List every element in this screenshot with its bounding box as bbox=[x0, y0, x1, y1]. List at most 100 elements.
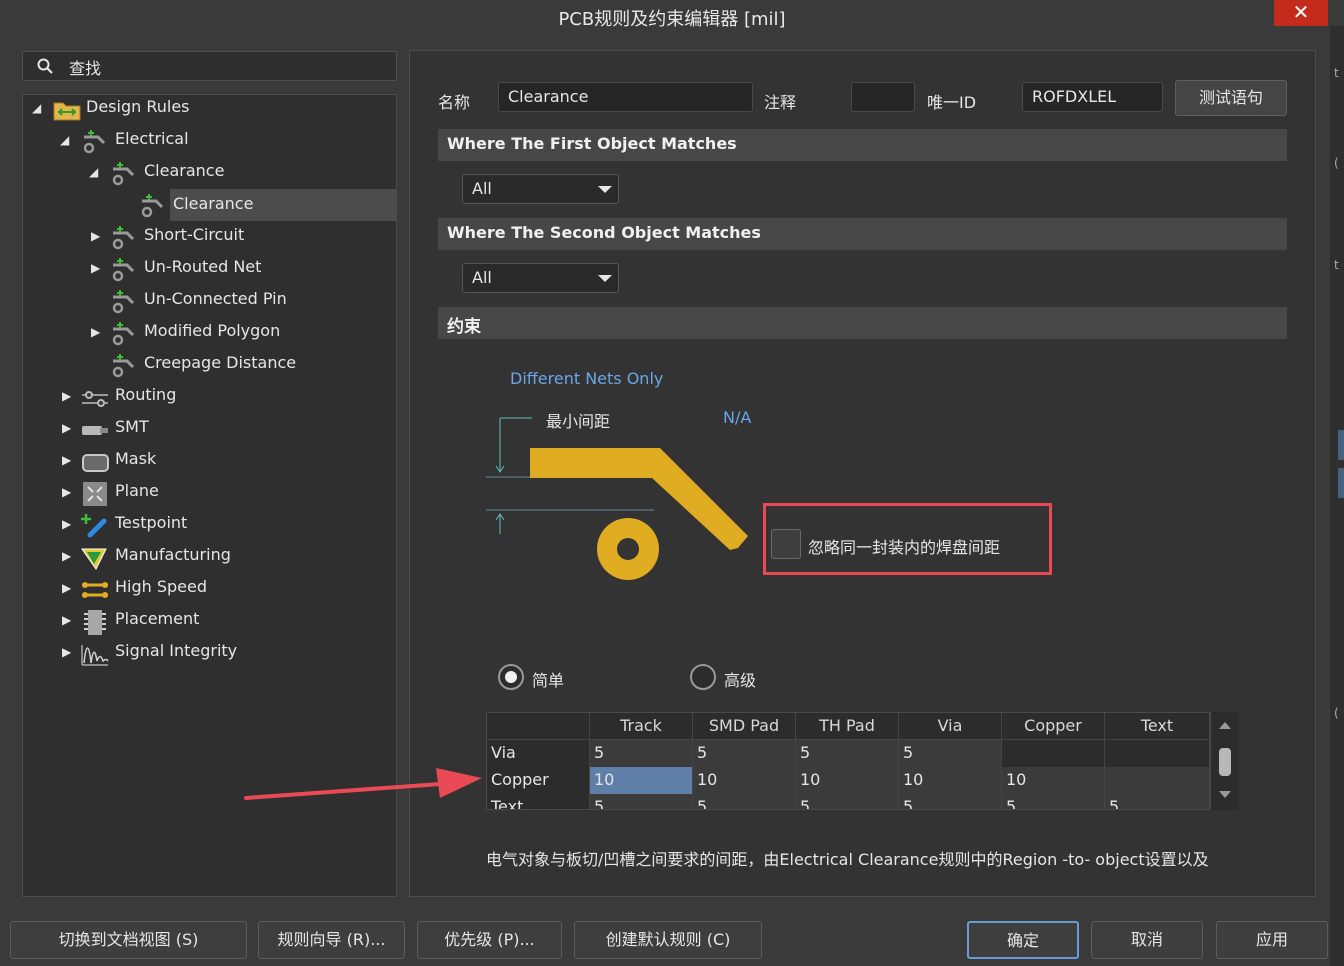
tree-label: Signal Integrity bbox=[115, 641, 238, 660]
expand-arrow-icon[interactable]: ▶ bbox=[62, 453, 71, 467]
expand-arrow-icon[interactable]: ▶ bbox=[62, 421, 71, 435]
tree-node-routing[interactable]: ▶ Routing bbox=[58, 382, 388, 412]
tree-label: Un-Routed Net bbox=[144, 257, 262, 276]
matrix-cell-selected[interactable]: 10 bbox=[590, 767, 693, 794]
matrix-cell[interactable]: 5 bbox=[1002, 794, 1105, 809]
column-header[interactable]: Via bbox=[899, 713, 1002, 740]
matrix-cell[interactable]: 5 bbox=[590, 794, 693, 809]
clearance-diagram bbox=[486, 417, 748, 580]
column-header[interactable]: TH Pad bbox=[796, 713, 899, 740]
tree-node-high-speed[interactable]: ▶ High Speed bbox=[58, 574, 388, 604]
matrix-cell[interactable]: 5 bbox=[590, 740, 693, 767]
expand-arrow-icon[interactable]: ▶ bbox=[91, 325, 100, 339]
tree-node-placement[interactable]: ▶ Placement bbox=[58, 606, 388, 636]
column-header[interactable]: Text bbox=[1105, 713, 1210, 740]
row-header: Copper bbox=[487, 767, 590, 794]
tree-node-testpoint[interactable]: ▶ Testpoint bbox=[58, 510, 388, 540]
tree-label: Clearance bbox=[144, 161, 225, 180]
tree-node-modified-polygon[interactable]: ▶ Modified Polygon bbox=[87, 318, 387, 348]
create-default-rules-button[interactable]: 创建默认规则 (C) bbox=[574, 921, 762, 959]
matrix-cell[interactable] bbox=[1105, 740, 1210, 767]
corner-header bbox=[487, 713, 590, 740]
apply-button[interactable]: 应用 bbox=[1216, 921, 1328, 959]
clearance-rule-icon bbox=[112, 162, 135, 186]
collapse-arrow-icon[interactable]: ◢ bbox=[89, 165, 98, 179]
comment-label: 注释 bbox=[764, 93, 797, 112]
test-query-button[interactable]: 测试语句 bbox=[1175, 80, 1287, 116]
rule-wizard-button[interactable]: 规则向导 (R)... bbox=[258, 921, 405, 959]
ok-button[interactable]: 确定 bbox=[967, 921, 1079, 959]
matrix-cell[interactable]: 10 bbox=[693, 767, 796, 794]
tree-node-clearance-rule[interactable]: Clearance bbox=[116, 189, 396, 221]
tree-node-short-circuit[interactable]: ▶ Short-Circuit bbox=[87, 222, 387, 252]
different-nets-only-link[interactable]: Different Nets Only bbox=[510, 369, 663, 388]
tree-node-signal-integrity[interactable]: ▶ Signal Integrity bbox=[58, 638, 388, 668]
tree-node-smt[interactable]: ▶ SMT bbox=[58, 414, 388, 444]
priority-button[interactable]: 优先级 (P)... bbox=[417, 921, 562, 959]
tree-node-design-rules[interactable]: ◢ Design Rules bbox=[30, 94, 390, 124]
matrix-cell[interactable]: 5 bbox=[899, 740, 1002, 767]
comment-input[interactable] bbox=[851, 82, 915, 112]
tree-node-electrical[interactable]: ◢ Electrical bbox=[58, 126, 388, 156]
tree-node-creepage[interactable]: Creepage Distance bbox=[87, 350, 387, 380]
rule-name-input[interactable]: Clearance bbox=[498, 82, 753, 112]
tree-label: Placement bbox=[115, 609, 200, 628]
collapse-arrow-icon[interactable]: ◢ bbox=[32, 101, 41, 115]
column-header[interactable]: Copper bbox=[1002, 713, 1105, 740]
collapse-arrow-icon[interactable]: ◢ bbox=[60, 133, 69, 147]
expand-arrow-icon[interactable]: ▶ bbox=[62, 581, 71, 595]
clearance-matrix[interactable]: Track SMD Pad TH Pad Via Copper Text Via… bbox=[486, 712, 1239, 810]
advanced-mode-label: 高级 bbox=[724, 671, 757, 690]
expand-arrow-icon[interactable]: ▶ bbox=[62, 485, 71, 499]
matrix-cell[interactable] bbox=[1002, 740, 1105, 767]
tree-label: Clearance bbox=[173, 194, 254, 213]
matrix-cell[interactable]: 10 bbox=[796, 767, 899, 794]
expand-arrow-icon[interactable]: ▶ bbox=[91, 229, 100, 243]
search-input[interactable]: 查找 bbox=[22, 51, 397, 81]
matrix-cell[interactable]: 5 bbox=[899, 794, 1002, 809]
tree-node-clearance-group[interactable]: ◢ Clearance bbox=[87, 158, 387, 188]
modified-polygon-rule-icon bbox=[112, 322, 135, 346]
matrix-cell[interactable]: 5 bbox=[796, 740, 899, 767]
tree-node-plane[interactable]: ▶ Plane bbox=[58, 478, 388, 508]
short-circuit-rule-icon bbox=[112, 226, 135, 250]
scroll-thumb[interactable] bbox=[1219, 748, 1231, 776]
expand-arrow-icon[interactable]: ▶ bbox=[62, 517, 71, 531]
tree-node-manufacturing[interactable]: ▶ Manufacturing bbox=[58, 542, 388, 572]
cancel-button[interactable]: 取消 bbox=[1091, 921, 1203, 959]
tree-node-unrouted-net[interactable]: ▶ Un-Routed Net bbox=[87, 254, 387, 284]
expand-arrow-icon[interactable]: ▶ bbox=[62, 549, 71, 563]
uid-input[interactable]: ROFDXLEL bbox=[1022, 82, 1163, 112]
tree-node-mask[interactable]: ▶ Mask bbox=[58, 446, 388, 476]
second-object-section-title: Where The Second Object Matches bbox=[438, 218, 1287, 250]
matrix-cell[interactable]: 5 bbox=[693, 794, 796, 809]
placement-icon bbox=[84, 610, 106, 635]
expand-arrow-icon[interactable]: ▶ bbox=[62, 613, 71, 627]
mask-icon bbox=[82, 454, 109, 472]
title-bar: PCB规则及约束编辑器 [mil] ✕ bbox=[0, 0, 1344, 34]
matrix-scrollbar[interactable] bbox=[1210, 712, 1239, 810]
tree-label: Design Rules bbox=[86, 97, 190, 116]
matrix-cell[interactable]: 10 bbox=[899, 767, 1002, 794]
matrix-cell[interactable]: 5 bbox=[1105, 794, 1210, 809]
close-button[interactable]: ✕ bbox=[1274, 0, 1328, 26]
column-header[interactable]: SMD Pad bbox=[693, 713, 796, 740]
scroll-down-icon[interactable] bbox=[1218, 790, 1232, 800]
first-object-select[interactable]: All bbox=[462, 174, 619, 204]
column-header[interactable]: Track bbox=[590, 713, 693, 740]
matrix-cell[interactable]: 10 bbox=[1002, 767, 1105, 794]
expand-arrow-icon[interactable]: ▶ bbox=[62, 645, 71, 659]
switch-to-document-view-button[interactable]: 切换到文档视图 (S) bbox=[10, 921, 247, 959]
matrix-cell[interactable] bbox=[1105, 767, 1210, 794]
second-object-select[interactable]: All bbox=[462, 263, 619, 293]
scroll-up-icon[interactable] bbox=[1218, 720, 1232, 730]
simple-mode-label: 简单 bbox=[532, 671, 565, 690]
expand-arrow-icon[interactable]: ▶ bbox=[91, 261, 100, 275]
expand-arrow-icon[interactable]: ▶ bbox=[62, 389, 71, 403]
creepage-rule-icon bbox=[112, 354, 135, 378]
matrix-cell[interactable]: 5 bbox=[693, 740, 796, 767]
advanced-mode-radio[interactable] bbox=[690, 664, 716, 690]
simple-mode-radio[interactable] bbox=[498, 664, 524, 690]
tree-node-unconnected-pin[interactable]: Un-Connected Pin bbox=[87, 286, 387, 316]
matrix-cell[interactable]: 5 bbox=[796, 794, 899, 809]
